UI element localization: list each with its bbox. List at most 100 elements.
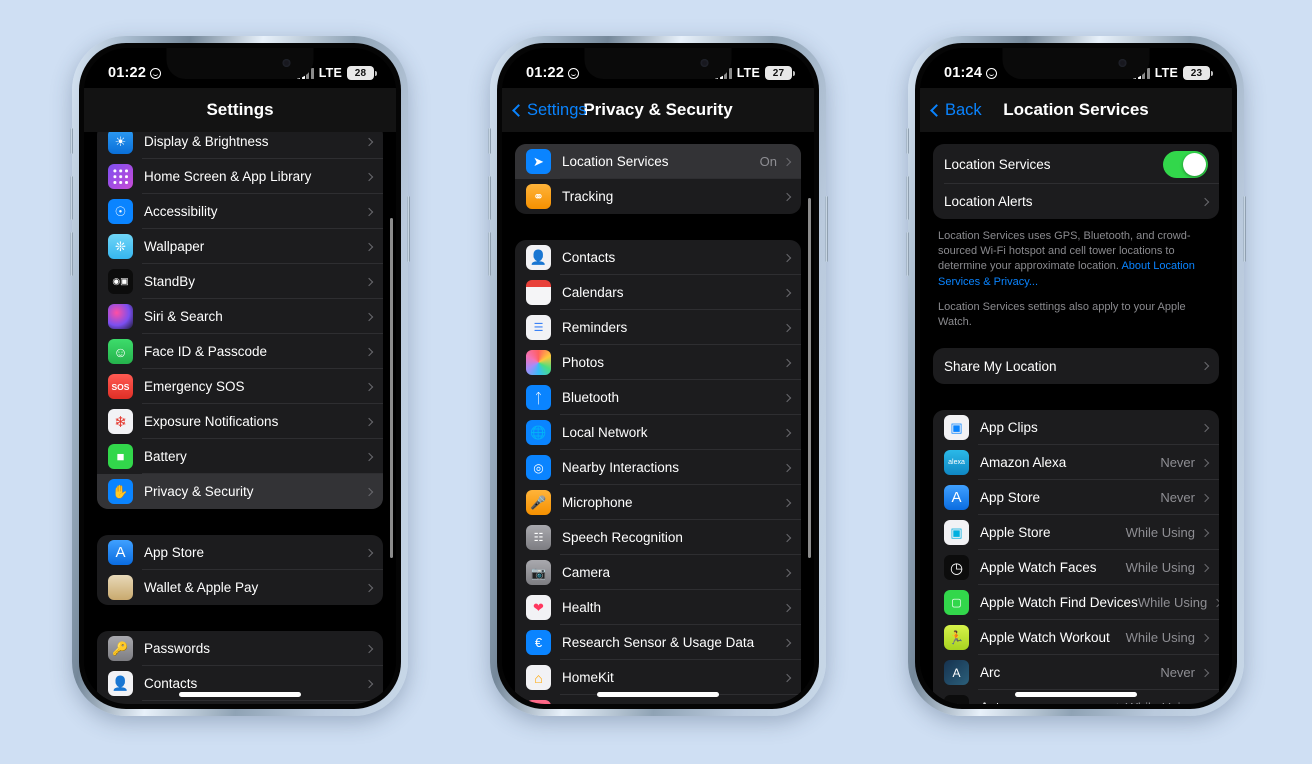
list-item-photos[interactable]: Photos — [515, 345, 801, 380]
row-value: Never — [1160, 455, 1195, 471]
sidebar-item-passwords[interactable]: 🔑 Passwords — [97, 631, 383, 666]
list-item-speech-recognition[interactable]: ☷ Speech Recognition — [515, 520, 801, 555]
sidebar-item-face-id[interactable]: ☺ Face ID & Passcode — [97, 334, 383, 369]
chevron-right-icon — [1200, 528, 1210, 537]
sidebar-item-standby[interactable]: ◉▣ StandBy — [97, 264, 383, 299]
mute-switch[interactable] — [70, 128, 73, 154]
phone-screen: 01:22 LTE 27 Settings Privacy & Security — [502, 48, 814, 704]
sidebar-item-display-brightness[interactable]: ☀ Display & Brightness — [97, 132, 383, 159]
row-label: HomeKit — [562, 670, 614, 685]
list-item-camera[interactable]: 📷 Camera — [515, 555, 801, 590]
list-item-health[interactable]: ❤ Health — [515, 590, 801, 625]
volume-down-button[interactable] — [906, 232, 909, 276]
astronomy-icon: ◉ — [944, 695, 969, 704]
row-value: While Using — [1126, 700, 1195, 704]
chevron-right-icon — [364, 347, 374, 356]
list-item-nearby-interactions[interactable]: ◎ Nearby Interactions — [515, 450, 801, 485]
row-label: Display & Brightness — [144, 134, 269, 149]
sidebar-item-calendar[interactable]: Calendar — [97, 701, 383, 704]
sidebar-item-accessibility[interactable]: ☉ Accessibility — [97, 194, 383, 229]
location-active-arrow-icon — [1105, 699, 1122, 704]
chevron-right-icon — [1200, 668, 1210, 677]
chevron-right-icon — [782, 428, 792, 437]
list-item-apple-store[interactable]: ▣ Apple Store While Using — [933, 515, 1219, 551]
list-item-apple-watch-workout[interactable]: 🏃 Apple Watch Workout While Using — [933, 620, 1219, 656]
back-button[interactable]: Back — [930, 101, 982, 120]
sidebar-item-exposure-notifications[interactable]: ❄ Exposure Notifications — [97, 404, 383, 439]
notch — [584, 48, 732, 79]
sidebar-item-wallpaper[interactable]: ❊ Wallpaper — [97, 229, 383, 264]
sidebar-item-home-screen[interactable]: Home Screen & App Library — [97, 159, 383, 194]
focus-mode-icon — [150, 67, 162, 79]
list-item-apple-watch-faces[interactable]: ◷ Apple Watch Faces While Using — [933, 550, 1219, 586]
list-item-reminders[interactable]: ☰ Reminders — [515, 310, 801, 345]
row-label: Exposure Notifications — [144, 414, 279, 429]
power-button[interactable] — [1243, 196, 1246, 262]
list-item-tracking[interactable]: ⚭ Tracking — [515, 179, 801, 214]
volume-down-button[interactable] — [70, 232, 73, 276]
row-value: While Using — [1125, 560, 1195, 576]
power-button[interactable] — [825, 196, 828, 262]
list-item-app-clips[interactable]: ▣ App Clips — [933, 410, 1219, 446]
row-label: Location Alerts — [944, 194, 1033, 209]
mute-switch[interactable] — [488, 128, 491, 154]
volume-up-button[interactable] — [488, 176, 491, 220]
sidebar-item-siri-search[interactable]: Siri & Search — [97, 299, 383, 334]
settings-group-1: ☀ Display & Brightness Home Screen & App… — [97, 132, 383, 509]
location-services-toggle[interactable] — [1163, 150, 1208, 178]
homekit-icon: ⌂ — [526, 665, 551, 690]
list-item-apple-watch-find-devices[interactable]: ▢ Apple Watch Find Devices While Using — [933, 585, 1219, 621]
back-label: Settings — [527, 100, 587, 119]
privacy-list[interactable]: ➤ Location Services On ⚭ Tracking 👤 Cont… — [502, 132, 814, 704]
apple-store-icon: ▣ — [944, 520, 969, 546]
row-value: While Using — [1137, 595, 1208, 611]
network-type: LTE — [1154, 66, 1178, 80]
list-item-app-store[interactable]: A App Store Never — [933, 480, 1219, 516]
row-label: Face ID & Passcode — [144, 344, 268, 359]
mute-switch[interactable] — [906, 128, 909, 154]
list-item-local-network[interactable]: 🌐 Local Network — [515, 415, 801, 450]
chevron-right-icon — [782, 253, 792, 262]
scrollbar[interactable] — [808, 198, 811, 558]
list-item-amazon-alexa[interactable]: alexa Amazon Alexa Never — [933, 445, 1219, 481]
list-item-research-sensor[interactable]: € Research Sensor & Usage Data — [515, 625, 801, 660]
list-item-homekit[interactable]: ⌂ HomeKit — [515, 660, 801, 695]
network-type: LTE — [318, 66, 342, 80]
back-button[interactable]: Settings — [512, 100, 587, 120]
settings-list[interactable]: ☀ Display & Brightness Home Screen & App… — [84, 132, 396, 704]
phone-privacy: 01:22 LTE 27 Settings Privacy & Security — [488, 36, 828, 716]
volume-down-button[interactable] — [488, 232, 491, 276]
chevron-right-icon — [364, 277, 374, 286]
health-heart-icon: ❤ — [526, 595, 551, 620]
location-alerts-row[interactable]: Location Alerts — [933, 184, 1219, 219]
sidebar-item-emergency-sos[interactable]: SOS Emergency SOS — [97, 369, 383, 404]
battery-indicator: 23 — [1183, 66, 1213, 80]
list-item-calendars[interactable]: Calendars — [515, 275, 801, 310]
location-services-list[interactable]: Location Services Location Alerts Locati… — [920, 132, 1232, 704]
location-services-toggle-row[interactable]: Location Services — [933, 144, 1219, 184]
volume-up-button[interactable] — [906, 176, 909, 220]
power-button[interactable] — [407, 196, 410, 262]
list-item-microphone[interactable]: 🎤 Microphone — [515, 485, 801, 520]
volume-up-button[interactable] — [70, 176, 73, 220]
front-camera-icon — [1118, 59, 1127, 67]
chevron-left-icon — [930, 103, 943, 117]
list-item-bluetooth[interactable]: ᛏ Bluetooth — [515, 380, 801, 415]
phone-bezel: 01:24 LTE 23 Back Location Services Loca… — [915, 43, 1237, 709]
list-item-arc[interactable]: A Arc Never — [933, 655, 1219, 691]
scrollbar[interactable] — [390, 218, 393, 558]
list-item-contacts[interactable]: 👤 Contacts — [515, 240, 801, 275]
row-label: Health — [562, 600, 602, 615]
front-camera-icon — [700, 59, 709, 67]
share-my-location-row[interactable]: Share My Location — [933, 348, 1219, 384]
list-item-location-services[interactable]: ➤ Location Services On — [515, 144, 801, 179]
phone-screen: 01:22 LTE 28 Settings ☀ Display & Bright… — [84, 48, 396, 704]
chevron-right-icon — [364, 583, 374, 592]
home-indicator — [597, 692, 719, 697]
sidebar-item-privacy-security[interactable]: ✋ Privacy & Security — [97, 474, 383, 509]
sidebar-item-app-store[interactable]: A App Store — [97, 535, 383, 570]
row-label: Astronomy — [980, 700, 1108, 704]
sidebar-item-battery[interactable]: ■ Battery — [97, 439, 383, 474]
sidebar-item-wallet-apple-pay[interactable]: Wallet & Apple Pay — [97, 570, 383, 605]
chevron-right-icon — [1200, 458, 1210, 467]
